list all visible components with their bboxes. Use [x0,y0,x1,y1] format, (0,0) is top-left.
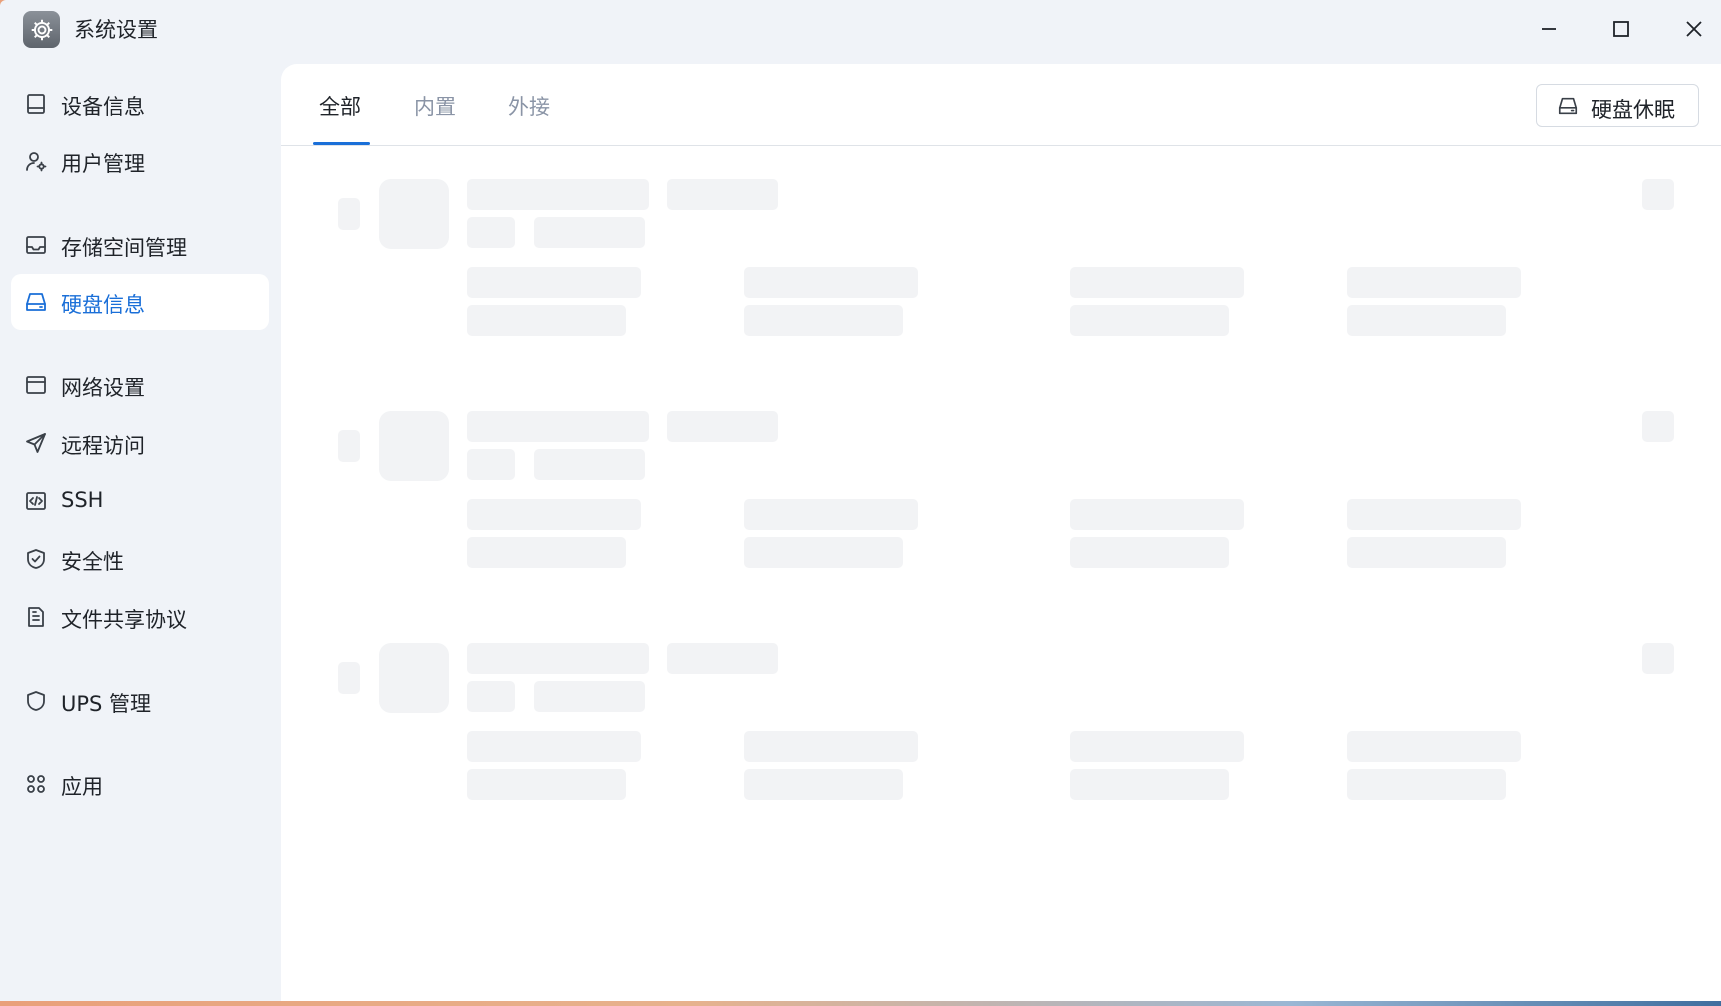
apps-icon [24,772,48,796]
sidebar-item-label: 设备信息 [61,95,145,119]
sidebar: 设备信息 用户管理 存储空间管理 硬盘信息 网络设置 远程访问 SSH 安全性 … [0,58,281,1001]
skeleton-action [1642,643,1674,674]
minimize-icon [1542,28,1556,30]
maximize-button[interactable] [1603,12,1639,46]
sidebar-item-label: 远程访问 [61,434,145,458]
sidebar-item-device-info[interactable]: 设备信息 [11,76,269,132]
sidebar-item-security[interactable]: 安全性 [11,531,269,587]
skeleton-field [1347,537,1506,568]
sidebar-item-label: SSH [61,488,104,512]
skeleton-field [467,537,626,568]
tab-external[interactable]: 外接 [508,91,550,121]
sidebar-item-label: 网络设置 [61,376,145,400]
window-icon [24,373,48,397]
skeleton-title [467,179,649,210]
skeleton-tag [467,449,515,480]
settings-window: 系统设置 设备信息 用户管理 存储空间管理 硬盘信息 网络设置 远程访问 SSH… [0,0,1721,1001]
skeleton-disk-icon [379,643,449,713]
maximize-icon [1613,21,1629,37]
sidebar-item-ups[interactable]: UPS 管理 [11,673,269,729]
skeleton-field [1347,305,1506,336]
sidebar-item-label: 应用 [61,775,103,799]
sidebar-item-label: 存储空间管理 [61,236,187,260]
title-bar: 系统设置 [0,0,1721,58]
skeleton-field [467,769,626,800]
sidebar-item-label: 用户管理 [61,152,145,176]
send-icon [24,431,48,455]
skeleton-field [1070,731,1244,762]
code-icon [24,489,48,513]
skeleton-field [467,731,641,762]
skeleton-disk-icon [379,179,449,249]
skeleton-disk-icon [379,411,449,481]
close-button[interactable] [1676,12,1712,46]
disk-sleep-label: 硬盘休眠 [1591,98,1675,122]
hard-drive-icon [24,290,48,314]
skeleton-field [744,305,903,336]
main-panel: 全部 内置 外接 硬盘休眠 [281,64,1721,1001]
skeleton-field [1347,499,1521,530]
shield-icon [24,689,48,713]
sidebar-item-apps[interactable]: 应用 [11,756,269,812]
sidebar-item-file-sharing[interactable]: 文件共享协议 [11,589,269,645]
active-tab-indicator [313,142,370,145]
inbox-icon [24,233,48,257]
tab-all[interactable]: 全部 [319,91,361,121]
skeleton-field [1347,731,1521,762]
skeleton-field [467,267,641,298]
skeleton-badge [667,411,778,442]
skeleton-field [744,267,918,298]
sidebar-item-disk-info[interactable]: 硬盘信息 [11,274,269,330]
skeleton-checkbox [338,430,360,462]
shield-check-icon [24,547,48,571]
gear-icon [23,11,60,48]
tab-bar: 全部 内置 外接 硬盘休眠 [281,64,1721,146]
skeleton-badge [667,643,778,674]
sidebar-item-label: 硬盘信息 [61,293,145,317]
tab-internal[interactable]: 内置 [414,91,456,121]
skeleton-action [1642,411,1674,442]
skeleton-field [1347,267,1521,298]
skeleton-title [467,643,649,674]
sidebar-item-ssh[interactable]: SSH [11,473,269,529]
device-icon [24,92,48,116]
skeleton-field [744,769,903,800]
skeleton-title [467,411,649,442]
skeleton-tag [534,681,645,712]
app-title: 系统设置 [74,18,158,42]
minimize-button[interactable] [1531,12,1567,46]
skeleton-tag [467,681,515,712]
skeleton-tag [534,217,645,248]
skeleton-field [1070,267,1244,298]
skeleton-field [744,499,918,530]
sidebar-item-remote-access[interactable]: 远程访问 [11,415,269,471]
skeleton-field [1070,769,1229,800]
document-icon [24,605,48,629]
disk-sleep-button[interactable]: 硬盘休眠 [1536,84,1699,127]
close-icon [1686,21,1702,37]
sidebar-item-label: 安全性 [61,550,124,574]
skeleton-field [744,731,918,762]
skeleton-field [467,305,626,336]
sidebar-item-network[interactable]: 网络设置 [11,357,269,413]
sidebar-item-label: 文件共享协议 [61,608,187,632]
skeleton-checkbox [338,198,360,230]
sidebar-item-label: UPS 管理 [61,692,152,716]
skeleton-field [744,537,903,568]
skeleton-field [1070,499,1244,530]
skeleton-badge [667,179,778,210]
hard-drive-icon [1557,95,1579,117]
skeleton-field [1347,769,1506,800]
skeleton-action [1642,179,1674,210]
sidebar-item-user-management[interactable]: 用户管理 [11,133,269,189]
skeleton-checkbox [338,662,360,694]
skeleton-tag [467,217,515,248]
user-settings-icon [24,149,48,173]
skeleton-field [467,499,641,530]
skeleton-field [1070,305,1229,336]
skeleton-field [1070,537,1229,568]
sidebar-item-storage[interactable]: 存储空间管理 [11,217,269,273]
skeleton-tag [534,449,645,480]
